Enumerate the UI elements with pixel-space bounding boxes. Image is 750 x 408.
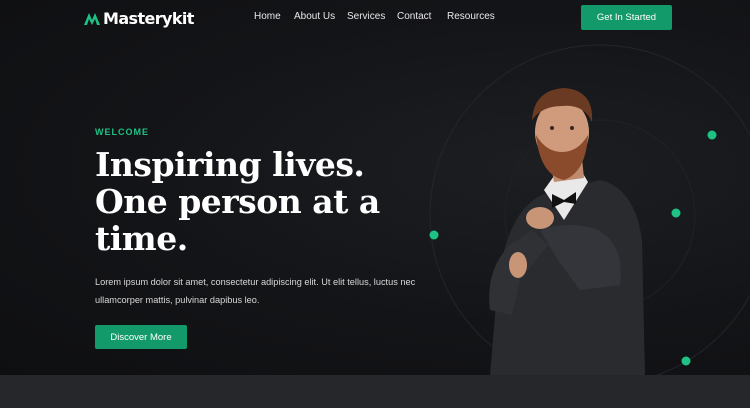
nav-item-services[interactable]: Services bbox=[347, 11, 397, 22]
brand-name: Masterykit bbox=[103, 8, 194, 28]
get-started-button[interactable]: Get In Started bbox=[581, 5, 672, 30]
nav-item-home[interactable]: Home bbox=[254, 11, 294, 22]
brand-logo[interactable]: Masterykit bbox=[83, 7, 194, 29]
logo-mark-icon bbox=[84, 13, 100, 25]
hero-portrait-image bbox=[489, 88, 645, 375]
hero-section: Masterykit Home About Us Services Contac… bbox=[0, 0, 750, 375]
nav-item-resources[interactable]: Resources bbox=[447, 11, 495, 22]
orbit-dot bbox=[671, 208, 681, 218]
headline-line-1: Inspiring lives. bbox=[95, 145, 365, 184]
hero-headline: Inspiring lives. One person at a time. bbox=[95, 146, 415, 257]
headline-line-3: time. bbox=[95, 219, 188, 258]
nav-item-about-us[interactable]: About Us bbox=[294, 11, 347, 22]
hero-eyebrow: WELCOME bbox=[95, 127, 149, 137]
hero-subtitle: Lorem ipsum dolor sit amet, consectetur … bbox=[95, 277, 416, 305]
main-nav: Home About Us Services Contact Resources bbox=[254, 11, 495, 22]
next-section-band bbox=[0, 375, 750, 408]
headline-line-2: One person at a bbox=[95, 182, 380, 221]
orbit-dot bbox=[681, 356, 691, 366]
nav-item-contact[interactable]: Contact bbox=[397, 11, 447, 22]
orbit-dot bbox=[707, 130, 717, 140]
orbit-dot bbox=[429, 230, 439, 240]
discover-more-button[interactable]: Discover More bbox=[95, 325, 187, 349]
